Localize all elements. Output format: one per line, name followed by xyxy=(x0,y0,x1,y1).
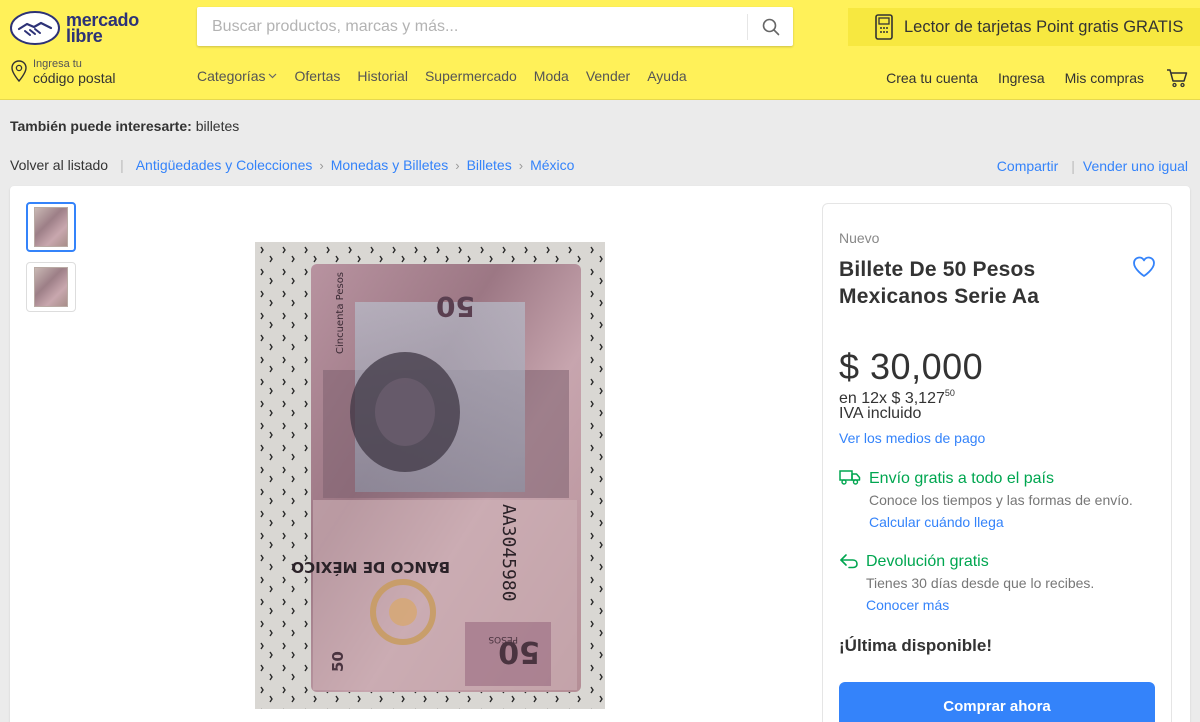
nav-historial[interactable]: Historial xyxy=(357,68,408,84)
product-card: 50 Cincuenta Pesos BANCO DE MÉXICO AA304… xyxy=(10,186,1190,722)
breadcrumb: Volver al listado | Antigüedades y Colec… xyxy=(10,157,574,173)
breadcrumb-item[interactable]: México xyxy=(530,157,574,173)
related-searches: También puede interesarte: billetes xyxy=(10,118,239,134)
search-icon xyxy=(762,18,779,35)
product-price: $ 30,000 xyxy=(839,346,984,387)
create-account-link[interactable]: Crea tu cuenta xyxy=(886,70,978,86)
breadcrumb-item[interactable]: Antigüedades y Colecciones xyxy=(136,157,313,173)
stock-status: ¡Última disponible! xyxy=(839,636,992,655)
product-title: Billete De 50 Pesos Mexicanos Serie Aa xyxy=(839,258,1040,308)
main-nav: Categorías Ofertas Historial Supermercad… xyxy=(197,68,704,84)
postal-code-label: Ingresa tu xyxy=(33,58,82,70)
calculate-arrival-link[interactable]: Calcular cuándo llega xyxy=(869,514,1004,530)
postal-code-selector[interactable]: Ingresa tu código postal xyxy=(10,58,116,88)
my-purchases-link[interactable]: Mis compras xyxy=(1065,70,1144,86)
banknote-words: Cincuenta Pesos xyxy=(335,272,346,354)
product-condition: Nuevo xyxy=(839,230,880,246)
postal-code-text: Ingresa tu código postal xyxy=(33,58,116,86)
thumbnail-2[interactable] xyxy=(26,262,76,312)
promo-text: Lector de tarjetas Point gratis GRATIS xyxy=(904,17,1184,36)
free-shipping-desc: Conoce los tiempos y las formas de envío… xyxy=(869,492,1133,508)
nav-moda[interactable]: Moda xyxy=(534,68,569,84)
return-arrow-icon xyxy=(840,554,858,569)
banknote-photo: 50 Cincuenta Pesos BANCO DE MÉXICO AA304… xyxy=(255,242,605,709)
nav-supermercado[interactable]: Supermercado xyxy=(425,68,517,84)
breadcrumb-chevron-icon: › xyxy=(455,157,460,173)
share-link[interactable]: Compartir xyxy=(997,158,1058,174)
breadcrumb-divider: | xyxy=(120,157,124,173)
related-label: También puede interesarte: xyxy=(10,118,192,134)
search-bar xyxy=(197,7,793,46)
free-returns-desc: Tienes 30 días desde que lo recibes. xyxy=(866,575,1095,591)
thumbnail-1[interactable] xyxy=(26,202,76,252)
thumbnail-image xyxy=(34,207,68,247)
buy-box: Nuevo Billete De 50 Pesos Mexicanos Seri… xyxy=(822,203,1172,722)
nav-vender[interactable]: Vender xyxy=(586,68,630,84)
postal-code-value: código postal xyxy=(33,70,116,86)
breadcrumb-chevron-icon: › xyxy=(518,157,524,173)
buy-now-button[interactable]: Comprar ahora xyxy=(839,682,1155,722)
thumbnail-list xyxy=(26,202,76,322)
banknote-denomination-side: 50 xyxy=(329,651,347,672)
heart-icon[interactable] xyxy=(1131,254,1157,280)
banknote-denomination-top: 50 xyxy=(436,290,475,323)
product-main-image[interactable]: 50 Cincuenta Pesos BANCO DE MÉXICO AA304… xyxy=(255,242,605,709)
learn-more-link[interactable]: Conocer más xyxy=(866,597,949,613)
point-promo-banner[interactable]: Lector de tarjetas Point gratis GRATIS xyxy=(848,8,1200,46)
search-input[interactable] xyxy=(197,7,747,46)
nav-ofertas[interactable]: Ofertas xyxy=(294,68,340,84)
banknote-pesos-label: PESOS xyxy=(488,634,518,644)
share-divider: | xyxy=(1071,158,1075,174)
card-reader-icon xyxy=(874,14,894,40)
breadcrumb-chevron-icon: › xyxy=(319,157,324,173)
handshake-logo-icon xyxy=(10,11,60,45)
tax-note: IVA incluido xyxy=(839,405,922,422)
breadcrumb-item[interactable]: Monedas y Billetes xyxy=(331,157,449,173)
chevron-down-icon xyxy=(269,73,277,79)
nav-ayuda[interactable]: Ayuda xyxy=(647,68,686,84)
login-link[interactable]: Ingresa xyxy=(998,70,1045,86)
user-nav: Crea tu cuenta Ingresa Mis compras xyxy=(866,68,1188,88)
location-pin-icon xyxy=(11,60,27,82)
sell-similar-link[interactable]: Vender uno igual xyxy=(1083,158,1188,174)
thumbnail-image xyxy=(34,267,68,307)
cart-icon[interactable] xyxy=(1166,68,1188,88)
logo-text: mercado libre xyxy=(66,10,139,46)
related-link-billetes[interactable]: billetes xyxy=(196,118,240,134)
share-actions: Compartir | Vender uno igual xyxy=(997,158,1188,174)
banknote-serial: AA3045980 xyxy=(498,504,519,602)
free-returns-title: Devolución gratis xyxy=(866,553,989,570)
installments-cents: 50 xyxy=(944,388,955,398)
truck-icon xyxy=(839,470,861,485)
nav-categorias[interactable]: Categorías xyxy=(197,68,277,84)
site-header: mercado libre Lector de tarjetas Point g… xyxy=(0,0,1200,100)
back-to-list-link[interactable]: Volver al listado xyxy=(10,157,108,173)
breadcrumb-item[interactable]: Billetes xyxy=(467,157,512,173)
search-button[interactable] xyxy=(748,7,793,46)
free-shipping-title: Envío gratis a todo el país xyxy=(869,470,1054,487)
payment-methods-link[interactable]: Ver los medios de pago xyxy=(839,430,985,446)
mercadolibre-logo[interactable]: mercado libre xyxy=(10,8,150,48)
banknote-bank-name: BANCO DE MÉXICO xyxy=(291,558,450,577)
